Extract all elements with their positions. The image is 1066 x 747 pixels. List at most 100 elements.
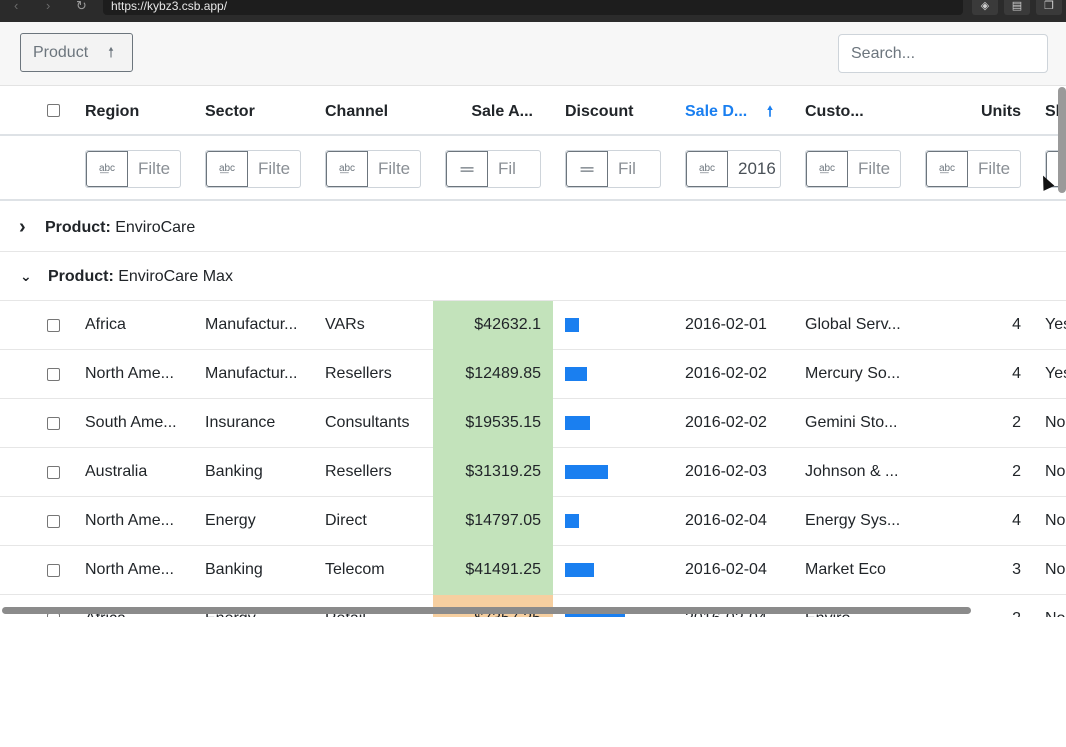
cell-shipped: No	[1045, 561, 1066, 578]
column-header-region[interactable]: Region	[85, 87, 185, 136]
column-header-label: Sale A...	[471, 103, 533, 120]
group-label: Product: EnviroCare Max	[48, 252, 233, 301]
column-header-units[interactable]: Units	[925, 87, 1021, 136]
grid-toolbar: Product 🠕	[0, 22, 1066, 86]
table-row[interactable]: North Ame... Energy Direct $14797.05 2016-02…	[0, 497, 1066, 546]
cell-channel: Resellers	[325, 463, 392, 480]
windows-icon[interactable]: ❐	[1036, 0, 1062, 15]
cell-sector: Banking	[205, 561, 263, 578]
filter-input-channel[interactable]: Filte	[378, 151, 410, 187]
column-header-sale_amount[interactable]: Sale A...	[445, 87, 533, 136]
column-header-label: Discount	[565, 103, 634, 120]
forward-icon[interactable]: ›	[46, 0, 50, 14]
cell-channel: Consultants	[325, 414, 410, 431]
vertical-scrollbar[interactable]	[1058, 87, 1066, 193]
table-row[interactable]: South Ame... Insurance Consultants $19535.1…	[0, 399, 1066, 448]
table-row[interactable]: North Ame... Manufactur... Resellers $12489…	[0, 350, 1066, 399]
filter-input-customer[interactable]: Filte	[858, 151, 890, 187]
filter-channel: a͟bc Filte	[325, 150, 421, 188]
chevron-down-icon[interactable]: ⌄	[20, 252, 32, 301]
text-filter-icon[interactable]: a͟bc	[326, 151, 368, 187]
filter-input-region[interactable]: Filte	[138, 151, 170, 187]
cell-sale_date: 2016-02-04	[685, 561, 767, 578]
browser-toolbar: ‹ › ↻ https://kybz3.csb.app/ ◈ ▤ ❐	[0, 0, 1066, 22]
text-filter-icon[interactable]: a͟bc	[686, 151, 728, 187]
row-checkbox[interactable]	[47, 515, 60, 528]
cell-sale_amount: $19535.15	[433, 399, 553, 448]
filter-row: a͟bc Filte a͟bc Filte a͟bc Filte ═ Fil ═ Fil a͟bc 2…	[0, 138, 1066, 201]
filter-input-sector[interactable]: Filte	[258, 151, 290, 187]
group-field-value: EnviroCare	[115, 219, 196, 236]
filter-region: a͟bc Filte	[85, 150, 181, 188]
group-field-name: Product:	[48, 268, 114, 285]
search-input[interactable]	[838, 34, 1048, 73]
cell-sale_date: 2016-02-01	[685, 316, 767, 333]
cell-customer: Johnson & ...	[805, 463, 899, 480]
row-checkbox[interactable]	[47, 466, 60, 479]
text-filter-icon[interactable]: a͟bc	[206, 151, 248, 187]
column-header-label: Sale D...	[685, 103, 748, 120]
reload-icon[interactable]: ↻	[76, 0, 87, 14]
discount-bar	[565, 367, 587, 381]
text-filter-icon[interactable]: a͟bc	[86, 151, 128, 187]
group-row[interactable]: ⌄ Product: EnviroCare Max	[0, 252, 1066, 301]
filter-input-units[interactable]: Filte	[978, 151, 1010, 187]
cell-channel: VARs	[325, 316, 365, 333]
filter-input-sale_amount[interactable]: Fil	[498, 151, 516, 187]
cell-sale_amount: $31319.25	[433, 448, 553, 497]
table-row[interactable]: North Ame... Banking Telecom $41491.25 2016-…	[0, 546, 1066, 595]
column-header-sale_date[interactable]: Sale D... 🠕	[685, 87, 773, 136]
table-row[interactable]: Africa Manufactur... VARs $42632.1 2016-02-0…	[0, 301, 1066, 350]
equals-filter-icon[interactable]: ═	[566, 151, 608, 187]
column-header-label: Sector	[205, 103, 255, 120]
discount-bar	[565, 416, 590, 430]
cell-region: North Ame...	[85, 561, 174, 578]
select-all-checkbox[interactable]	[47, 104, 60, 117]
equals-filter-icon[interactable]: ═	[446, 151, 488, 187]
cell-sale_amount: $12489.85	[433, 350, 553, 399]
copy-icon[interactable]: ▤	[1004, 0, 1030, 15]
filter-input-discount[interactable]: Fil	[618, 151, 636, 187]
text-filter-icon[interactable]: a͟bc	[806, 151, 848, 187]
cell-customer: Mercury So...	[805, 365, 901, 382]
sort-ascending-icon: 🠕	[107, 44, 114, 60]
filter-discount: ═ Fil	[565, 150, 661, 188]
cell-customer: Market Eco	[805, 561, 886, 578]
column-header-channel[interactable]: Channel	[325, 87, 425, 136]
cell-sale_amount: $42632.1	[433, 301, 553, 350]
extension-icon[interactable]: ◈	[972, 0, 998, 15]
data-grid: Region Sector Channel Sale A... Discount Sale…	[0, 87, 1066, 617]
column-header-customer[interactable]: Custo...	[805, 87, 905, 136]
column-header-discount[interactable]: Discount	[565, 87, 675, 136]
discount-bar	[565, 563, 594, 577]
row-checkbox[interactable]	[47, 417, 60, 430]
back-icon[interactable]: ‹	[14, 0, 18, 14]
cell-region: South Ame...	[85, 414, 177, 431]
column-header-label: Units	[981, 103, 1021, 120]
cell-region: Africa	[85, 316, 126, 333]
discount-bar	[565, 514, 579, 528]
cell-shipped: Yes	[1045, 365, 1066, 382]
cell-shipped: Yes	[1045, 316, 1066, 333]
row-checkbox[interactable]	[47, 368, 60, 381]
row-checkbox[interactable]	[47, 319, 60, 332]
cell-sector: Energy	[205, 512, 256, 529]
cell-units: 2	[1012, 463, 1021, 480]
address-bar[interactable]: https://kybz3.csb.app/	[103, 0, 963, 15]
chevron-right-icon[interactable]: ›	[19, 203, 26, 252]
column-header-label: Custo...	[805, 103, 864, 120]
table-row[interactable]: Australia Banking Resellers $31319.25 2016-0…	[0, 448, 1066, 497]
horizontal-scrollbar[interactable]	[2, 607, 971, 614]
cell-sale_date: 2016-02-04	[685, 512, 767, 529]
cell-sector: Manufactur...	[205, 316, 298, 333]
column-header-sector[interactable]: Sector	[205, 87, 305, 136]
header-row: Region Sector Channel Sale A... Discount Sale…	[0, 87, 1066, 136]
group-row[interactable]: › Product: EnviroCare	[0, 203, 1066, 252]
row-checkbox[interactable]	[47, 564, 60, 577]
cell-region: North Ame...	[85, 512, 174, 529]
text-filter-icon[interactable]: a͟bc	[926, 151, 968, 187]
filter-input-sale_date[interactable]: 2016	[738, 151, 776, 187]
cell-channel: Resellers	[325, 365, 392, 382]
group-by-product-chip[interactable]: Product 🠕	[20, 33, 133, 72]
group-field-name: Product:	[45, 219, 111, 236]
